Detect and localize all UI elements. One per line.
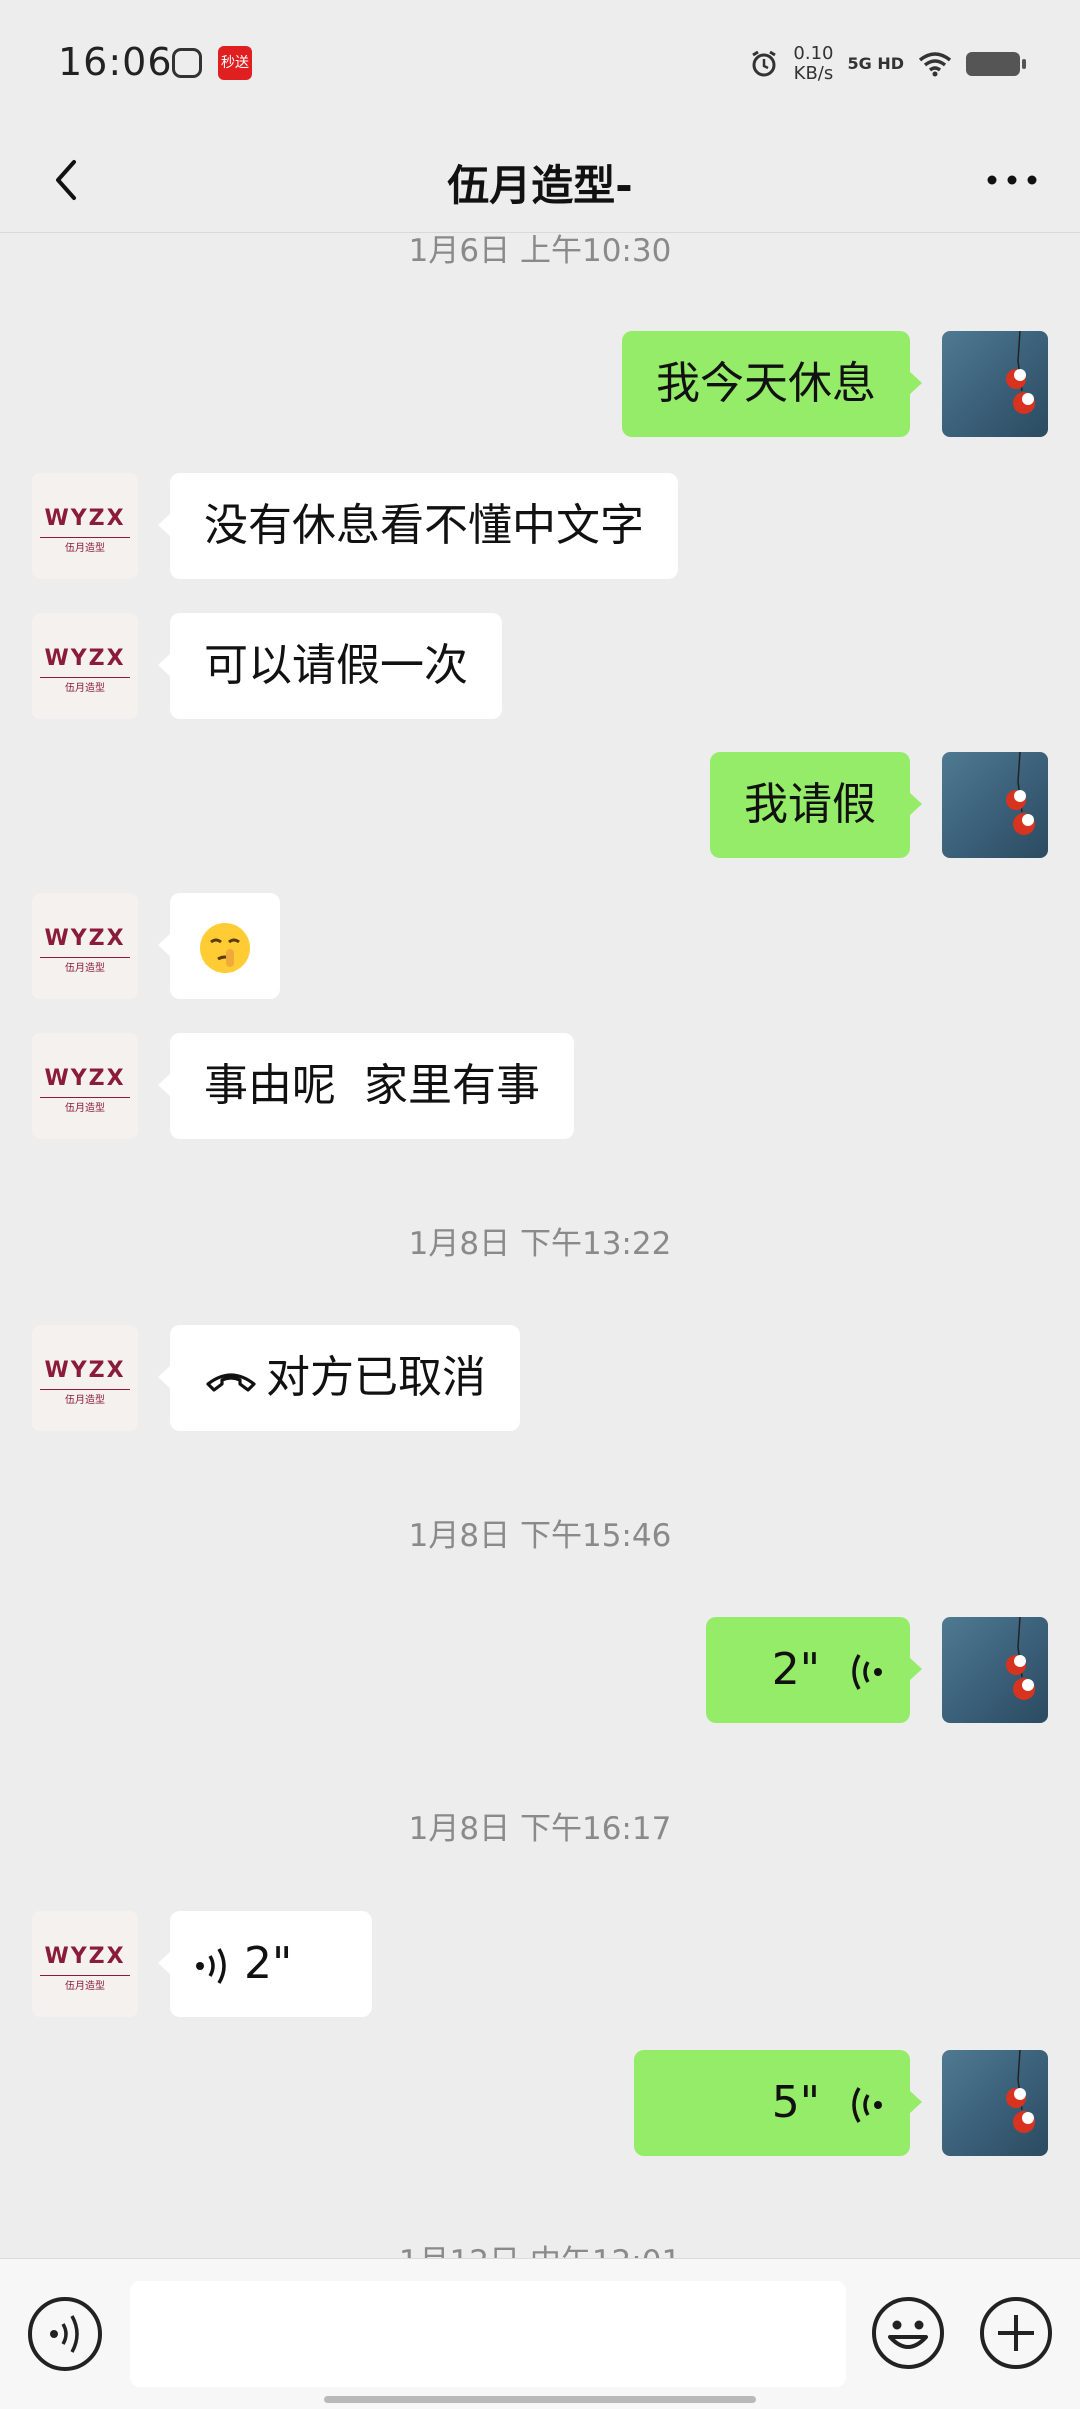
voice-wave-icon xyxy=(196,1948,226,1984)
voice-duration: 5" xyxy=(771,2077,820,2128)
alarm-icon xyxy=(752,50,777,77)
status-time: 16:06 xyxy=(58,40,173,84)
logo-divider xyxy=(40,537,130,538)
contact-avatar[interactable]: WYZX 伍月造型 xyxy=(32,613,138,719)
logo-mark: WYZX xyxy=(44,1358,126,1383)
input-bar xyxy=(0,2258,1080,2409)
emoji-icon[interactable] xyxy=(870,2295,946,2371)
plus-circle-icon[interactable] xyxy=(978,2295,1054,2371)
voice-wave-icon xyxy=(50,2315,79,2353)
hangup-phone-icon xyxy=(206,1373,256,1392)
timestamp: 1月6日 上午10:30 xyxy=(408,233,672,269)
shushing-face-icon xyxy=(200,923,250,973)
logo-mark: WYZX xyxy=(44,506,126,531)
app-notification-icon xyxy=(172,48,202,78)
timestamp: 1月8日 下午13:22 xyxy=(408,1226,672,1262)
my-avatar-image xyxy=(1006,2050,1035,2133)
logo-divider xyxy=(40,1097,130,1098)
timestamp: 1月8日 下午15:46 xyxy=(408,1518,672,1554)
message-text: 可以请假一次 xyxy=(204,640,468,691)
contact-avatar[interactable]: WYZX 伍月造型 xyxy=(32,473,138,579)
my-avatar[interactable] xyxy=(942,752,1048,858)
voice-wave-icon xyxy=(852,1654,882,1690)
message-bubble-self[interactable]: 我今天休息 xyxy=(622,331,922,437)
more-dots-icon[interactable] xyxy=(982,154,1042,206)
call-cancelled-bubble[interactable]: 对方已取消 xyxy=(158,1325,520,1431)
contact-avatar[interactable]: WYZX 伍月造型 xyxy=(32,1325,138,1431)
wifi-icon xyxy=(918,52,952,77)
voice-wave-icon xyxy=(852,2087,882,2123)
message-bubble-other[interactable]: 可以请假一次 xyxy=(158,613,502,719)
logo-divider xyxy=(40,1389,130,1390)
message-text: 我今天休息 xyxy=(656,358,876,409)
my-avatar-image xyxy=(1006,331,1035,414)
logo-mark: WYZX xyxy=(44,646,126,671)
speed-unit: KB/s xyxy=(793,63,834,84)
status-right: 0.10 KB/s 5G HD xyxy=(749,40,1026,88)
voice-duration: 2" xyxy=(771,1644,820,1695)
message-text: 事由呢 家里有事 xyxy=(204,1060,540,1111)
logo-divider xyxy=(40,957,130,958)
voice-message-self[interactable]: 5" xyxy=(634,2050,922,2156)
my-avatar[interactable] xyxy=(942,1617,1048,1723)
message-text: 没有休息看不懂中文字 xyxy=(204,500,644,551)
voice-duration: 2" xyxy=(244,1938,293,1989)
contact-avatar[interactable]: WYZX 伍月造型 xyxy=(32,1033,138,1139)
message-text: 对方已取消 xyxy=(266,1352,486,1403)
speed-value: 0.10 xyxy=(793,43,834,64)
network-type: 5G HD xyxy=(847,54,904,73)
home-indicator[interactable] xyxy=(324,2396,756,2403)
status-bar: 16:06 秒送 0.10 KB/s 5G HD xyxy=(0,0,1080,128)
logo-subtitle: 伍月造型 xyxy=(65,1981,105,1992)
logo-subtitle: 伍月造型 xyxy=(65,543,105,554)
timestamp: 1月8日 下午16:17 xyxy=(408,1811,672,1847)
message-bubble-other[interactable]: 事由呢 家里有事 xyxy=(158,1033,574,1139)
voice-message-other[interactable]: 2" xyxy=(158,1911,372,2017)
message-input[interactable] xyxy=(130,2281,846,2387)
message-bubble-self[interactable]: 我请假 xyxy=(710,752,922,858)
logo-subtitle: 伍月造型 xyxy=(65,683,105,694)
logo-mark: WYZX xyxy=(44,1066,126,1091)
logo-subtitle: 伍月造型 xyxy=(65,1395,105,1406)
message-bubble-other[interactable]: 没有休息看不懂中文字 xyxy=(158,473,678,579)
chat-title: 伍月造型- xyxy=(447,161,633,210)
logo-divider xyxy=(40,1975,130,1976)
logo-mark: WYZX xyxy=(44,926,126,951)
logo-subtitle: 伍月造型 xyxy=(65,1103,105,1114)
message-list[interactable]: 1月6日 上午10:30 我今天休息 WYZX 伍月造型 没有休息看不懂中文字 … xyxy=(0,233,1080,2258)
message-text: 我请假 xyxy=(744,779,876,830)
voice-message-self[interactable]: 2" xyxy=(706,1617,922,1723)
app-badge-icon: 秒送 xyxy=(218,46,252,80)
timestamp: 1月12日 中午12:01 xyxy=(0,2236,1080,2258)
my-avatar-image xyxy=(1006,1617,1035,1700)
logo-divider xyxy=(40,677,130,678)
logo-mark: WYZX xyxy=(44,1944,126,1969)
logo-subtitle: 伍月造型 xyxy=(65,963,105,974)
chat-header: 伍月造型- xyxy=(0,128,1080,233)
battery-icon xyxy=(966,52,1026,76)
my-avatar[interactable] xyxy=(942,2050,1048,2156)
message-bubble-other[interactable] xyxy=(158,893,280,999)
network-speed: 0.10 KB/s xyxy=(793,44,833,84)
voice-input-icon[interactable] xyxy=(28,2297,102,2371)
my-avatar[interactable] xyxy=(942,331,1048,437)
contact-avatar[interactable]: WYZX 伍月造型 xyxy=(32,893,138,999)
contact-avatar[interactable]: WYZX 伍月造型 xyxy=(32,1911,138,2017)
my-avatar-image xyxy=(1006,752,1035,835)
